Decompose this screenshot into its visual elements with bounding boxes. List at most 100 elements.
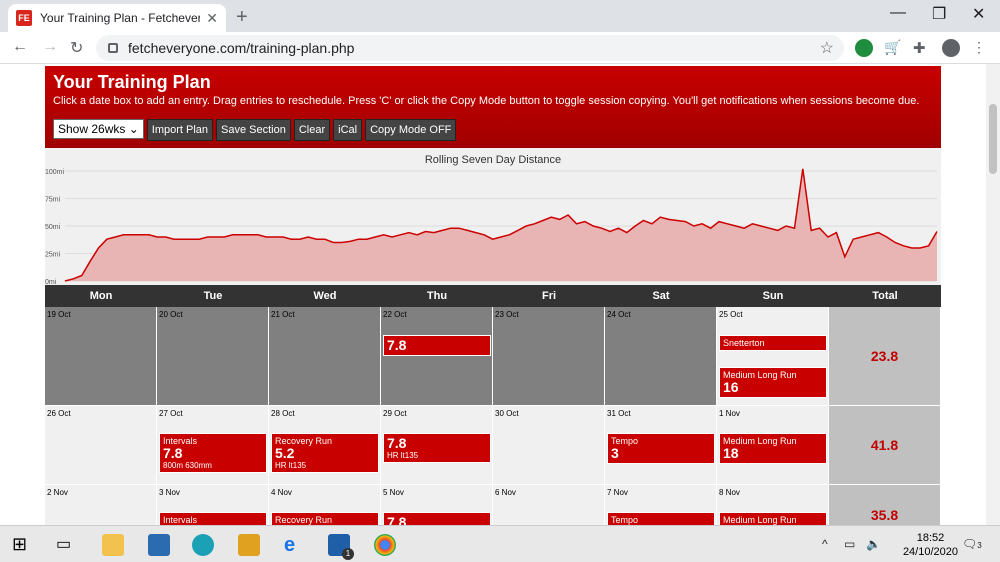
maximize-icon[interactable]: ❐: [932, 4, 946, 24]
day-cell[interactable]: 20 Oct: [157, 307, 269, 406]
entry-title: Medium Long Run: [723, 515, 797, 525]
show-hidden-icons-icon[interactable]: ^: [822, 537, 828, 551]
day-cell[interactable]: 23 Oct: [493, 307, 605, 406]
training-entry[interactable]: Medium Long Run 16: [719, 367, 827, 398]
save-section-button[interactable]: Save Section: [216, 119, 291, 141]
weekday-fri: Fri: [541, 290, 557, 302]
new-tab-icon[interactable]: +: [236, 6, 248, 29]
browser-tab[interactable]: FE Your Training Plan - Fetcheveryon ✕: [8, 4, 226, 32]
edge-icon[interactable]: [192, 534, 214, 556]
browser-tab-bar: FE Your Training Plan - Fetcheveryon ✕ +…: [0, 0, 1000, 32]
menu-kebab-icon[interactable]: ⋮: [972, 39, 990, 57]
day-cell[interactable]: 25 Oct Snetterton Medium Long Run 16: [717, 307, 829, 406]
y-tick-label: 100mi: [45, 169, 65, 176]
day-date: 20 Oct: [159, 310, 183, 319]
weekday-sun: Sun: [762, 290, 784, 302]
weekday-wed: Wed: [313, 290, 337, 302]
day-cell[interactable]: 21 Oct: [269, 307, 381, 406]
week-total-value: 35.8: [870, 506, 899, 523]
file-explorer-icon[interactable]: [102, 534, 124, 556]
chrome-icon[interactable]: [374, 534, 396, 556]
training-entry[interactable]: Tempo: [607, 512, 715, 525]
day-date: 19 Oct: [47, 310, 71, 319]
close-tab-icon[interactable]: ✕: [206, 10, 218, 27]
day-cell[interactable]: 19 Oct: [45, 307, 157, 406]
system-clock[interactable]: 18:52 24/10/2020: [903, 531, 958, 559]
entry-note: HR lt135: [387, 451, 419, 460]
day-date: 8 Nov: [719, 488, 740, 497]
entry-title: Tempo: [611, 436, 639, 446]
back-icon[interactable]: ←: [12, 38, 28, 56]
day-cell[interactable]: 30 Oct: [493, 406, 605, 485]
entry-distance: 7.8: [387, 435, 407, 451]
day-cell[interactable]: 29 Oct 7.8 HR lt135: [381, 406, 493, 485]
scrollbar-thumb[interactable]: [989, 104, 997, 174]
clear-button[interactable]: Clear: [293, 119, 331, 141]
start-windows-icon[interactable]: ⊞: [12, 534, 34, 556]
day-cell[interactable]: 1 Nov Medium Long Run 18: [717, 406, 829, 485]
calendar-week: 26 Oct 27 Oct Intervals 7.8 800m 630mm 28 Oct…: [45, 406, 941, 485]
training-entry[interactable]: Tempo 3: [607, 433, 715, 464]
day-cell[interactable]: 22 Oct 7.8: [381, 307, 493, 406]
day-cell[interactable]: 26 Oct: [45, 406, 157, 485]
day-cell[interactable]: 2 Nov: [45, 485, 157, 525]
weeks-select-value: Show 26wks: [58, 122, 126, 136]
day-cell[interactable]: 4 Nov Recovery Run: [269, 485, 381, 525]
instructions-text: Click a date box to add an entry. Drag e…: [53, 95, 920, 107]
reload-icon[interactable]: ↻: [70, 38, 83, 58]
volume-icon[interactable]: 🔈: [866, 537, 881, 551]
day-cell[interactable]: 24 Oct: [605, 307, 717, 406]
day-cell[interactable]: 31 Oct Tempo 3: [605, 406, 717, 485]
day-cell[interactable]: 27 Oct Intervals 7.8 800m 630mm: [157, 406, 269, 485]
day-date: 21 Oct: [271, 310, 295, 319]
extensions-puzzle-icon[interactable]: ✚: [913, 39, 931, 57]
app-icon[interactable]: [238, 534, 260, 556]
battery-icon[interactable]: ▭: [844, 537, 855, 551]
training-entry[interactable]: Intervals: [159, 512, 267, 525]
address-bar[interactable]: fetcheveryone.com/training-plan.php ☆: [96, 35, 844, 61]
day-date: 6 Nov: [495, 488, 516, 497]
import-plan-button[interactable]: Import Plan: [146, 119, 214, 141]
store-icon[interactable]: [148, 534, 170, 556]
ical-button[interactable]: iCal: [333, 119, 363, 141]
day-cell[interactable]: 3 Nov Intervals: [157, 485, 269, 525]
day-date: 5 Nov: [383, 488, 404, 497]
profile-avatar-icon[interactable]: [942, 39, 960, 57]
entry-distance: 18: [723, 445, 739, 461]
mail-icon[interactable]: 1: [328, 534, 354, 560]
cart-extension-icon[interactable]: 🛒: [884, 39, 902, 57]
forward-icon[interactable]: →: [42, 38, 58, 56]
training-entry[interactable]: 7.8: [383, 512, 491, 525]
training-entry[interactable]: Medium Long Run 18: [719, 433, 827, 464]
training-entry[interactable]: Intervals 7.8 800m 630mm: [159, 433, 267, 473]
training-entry[interactable]: Medium Long Run: [719, 512, 827, 525]
day-cell[interactable]: 7 Nov Tempo: [605, 485, 717, 525]
copy-mode-button[interactable]: Copy Mode OFF: [365, 119, 457, 141]
week-total-cell: 23.8: [829, 307, 941, 406]
day-date: 7 Nov: [607, 488, 628, 497]
day-cell[interactable]: 6 Nov: [493, 485, 605, 525]
weeks-select[interactable]: Show 26wks ⌄: [53, 119, 144, 139]
day-cell[interactable]: 8 Nov Medium Long Run: [717, 485, 829, 525]
day-cell[interactable]: 5 Nov 7.8: [381, 485, 493, 525]
extension-green-icon[interactable]: [855, 39, 873, 57]
notification-center-icon[interactable]: 🗨3: [962, 537, 982, 551]
training-entry[interactable]: 7.8: [383, 335, 491, 356]
lock-icon: [108, 43, 118, 53]
minimize-icon[interactable]: —: [890, 4, 906, 22]
task-view-icon[interactable]: ▭: [56, 534, 78, 556]
entry-note: HR lt135: [275, 461, 307, 470]
page-scrollbar[interactable]: [986, 64, 1000, 525]
entry-title: Intervals: [163, 515, 198, 525]
day-cell[interactable]: 28 Oct Recovery Run 5.2 HR lt135: [269, 406, 381, 485]
training-entry[interactable]: 7.8 HR lt135: [383, 433, 491, 463]
training-entry[interactable]: Recovery Run 5.2 HR lt135: [271, 433, 379, 473]
close-window-icon[interactable]: ✕: [972, 4, 985, 24]
bookmark-star-icon[interactable]: ☆: [820, 38, 834, 58]
day-date: 24 Oct: [607, 310, 631, 319]
week-total-value: 23.8: [870, 348, 899, 364]
training-entry[interactable]: Recovery Run: [271, 512, 379, 525]
internet-explorer-icon[interactable]: e: [284, 534, 306, 556]
training-entry[interactable]: Snetterton: [719, 335, 827, 351]
url-text: fetcheveryone.com/training-plan.php: [128, 40, 355, 56]
